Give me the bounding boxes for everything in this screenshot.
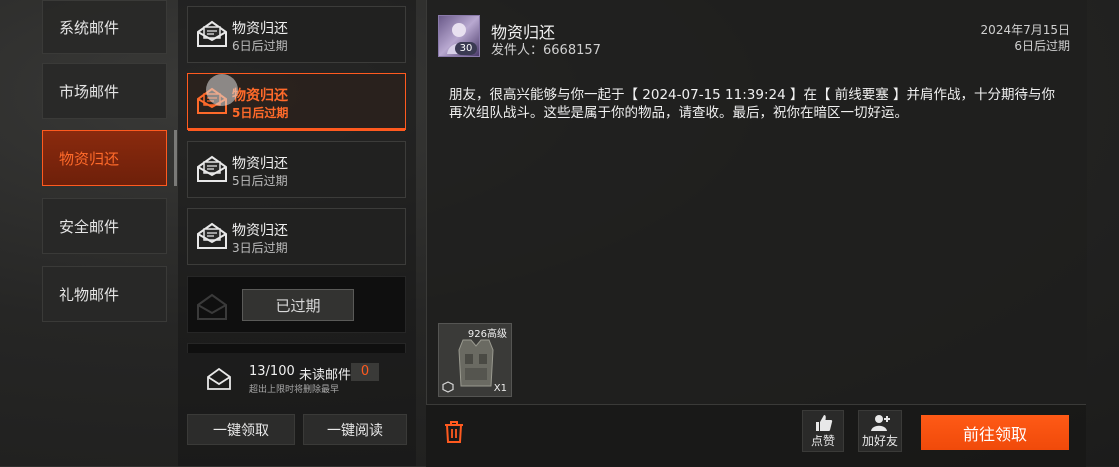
sender-avatar: 30 — [438, 15, 480, 57]
category-label: 礼物邮件 — [59, 285, 120, 304]
mail-detail-panel: 30 物资归还 发件人：6668157 2024年7月15日 6日后过期 朋友，… — [426, 0, 1087, 404]
unread-label: 未读邮件 — [299, 368, 352, 383]
mail-count-row: 13/100 未读邮件 0 超出上限时将删除最早 — [187, 355, 406, 395]
envelope-open-icon — [197, 155, 227, 182]
trash-icon — [445, 421, 463, 443]
mail-title: 物资归还 — [232, 223, 288, 239]
like-label: 点赞 — [810, 434, 835, 448]
mail-expiry: 6日后过期 — [232, 39, 288, 53]
avatar-level-badge: 30 — [455, 42, 477, 55]
category-security-mail[interactable]: 安全邮件 — [42, 198, 167, 254]
attachment-item[interactable]: 926高级 X1 — [438, 323, 512, 397]
mail-body: 朋友，很高兴能够与你一起于【 2024-07-15 11:39:24 】在【 前… — [449, 87, 1056, 121]
unread-count-badge: 0 — [351, 363, 379, 381]
mail-count: 13/100 — [249, 364, 295, 379]
delete-button[interactable] — [437, 417, 471, 447]
mail-item-partial — [187, 343, 406, 353]
category-label: 市场邮件 — [59, 82, 120, 101]
mail-expiry: 3日后过期 — [232, 241, 288, 255]
expired-badge: 已过期 — [242, 289, 354, 321]
envelope-open-icon — [197, 20, 227, 47]
mail-title: 物资归还 — [232, 21, 288, 37]
claim-all-button[interactable]: 一键领取 — [187, 414, 295, 445]
mail-icon — [207, 368, 231, 390]
like-button[interactable]: 点赞 — [802, 410, 844, 452]
category-market-mail[interactable]: 市场邮件 — [42, 63, 167, 119]
mail-expiry-detail: 6日后过期 — [1014, 39, 1070, 53]
mail-expiry: 5日后过期 — [232, 174, 288, 188]
mail-date: 2024年7月15日 — [980, 23, 1070, 37]
limit-note: 超出上限时将删除最早 — [249, 385, 340, 395]
envelope-open-icon — [197, 222, 227, 249]
go-claim-button[interactable]: 前往领取 — [921, 415, 1069, 450]
attachment-qty: X1 — [493, 383, 507, 394]
mail-item[interactable]: 物资归还 5日后过期 — [187, 141, 406, 198]
mail-title: 物资归还 — [232, 156, 288, 172]
category-system-mail[interactable]: 系统邮件 — [42, 0, 167, 54]
armor-vest-icon — [458, 339, 494, 387]
category-gift-mail[interactable]: 礼物邮件 — [42, 266, 167, 322]
mail-title: 物资归还 — [232, 88, 288, 104]
add-user-icon — [871, 415, 890, 431]
mail-item[interactable]: 物资归还 3日后过期 — [187, 208, 406, 265]
category-label: 系统邮件 — [59, 18, 120, 37]
read-all-button[interactable]: 一键阅读 — [303, 414, 407, 445]
active-indicator — [174, 130, 177, 186]
thumbs-up-icon — [816, 415, 833, 431]
add-friend-button[interactable]: 加好友 — [858, 410, 902, 452]
category-supply-return[interactable]: 物资归还 — [42, 130, 167, 186]
category-label: 安全邮件 — [59, 217, 120, 236]
mail-expiry: 5日后过期 — [232, 106, 289, 120]
mail-item[interactable]: 物资归还 6日后过期 — [187, 6, 406, 63]
envelope-open-icon — [197, 293, 227, 320]
cube-icon — [442, 381, 454, 393]
touch-indicator — [206, 74, 238, 106]
add-friend-label: 加好友 — [861, 434, 898, 448]
category-label: 物资归还 — [59, 149, 120, 168]
sender-text: 发件人：6668157 — [491, 43, 601, 58]
